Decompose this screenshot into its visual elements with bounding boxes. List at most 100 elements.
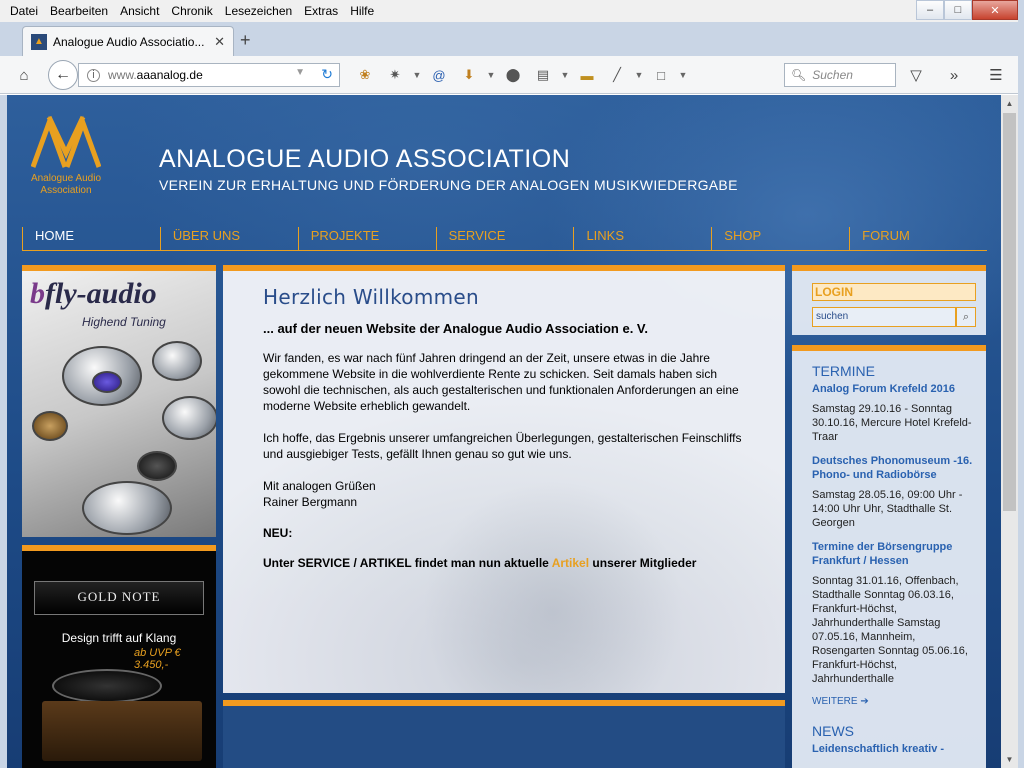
artikel-link[interactable]: Artikel [552, 556, 589, 570]
tab-strip: ▲ Analogue Audio Associatio... ✕ + [0, 22, 1024, 56]
site-logo[interactable]: Analogue Audio Association [21, 113, 111, 197]
window-border-left [0, 95, 7, 768]
second-content-panel [223, 700, 785, 768]
menu-chronik[interactable]: Chronik [165, 4, 218, 18]
url-text: www.aaanalog.de [108, 68, 203, 82]
page-icon[interactable]: □ [646, 65, 676, 85]
termine-title: TERMINE [812, 363, 875, 379]
flyaudio-brand: bfly-audio [30, 277, 157, 310]
login-button[interactable]: LOGIN [812, 283, 976, 301]
addon-snail-icon[interactable]: @ [424, 65, 454, 85]
clipboard-icon[interactable]: ▤ [528, 65, 558, 85]
download-icon[interactable]: ⬇ [454, 65, 484, 85]
nav-service[interactable]: SERVICE [435, 227, 574, 250]
news-item-title[interactable]: Leidenschaftlich kreativ - [812, 742, 976, 756]
neu-label: NEU: [263, 526, 293, 540]
goldnote-price: ab UVP € 3.450,- [134, 647, 181, 671]
info-icon[interactable]: i [87, 68, 100, 82]
nav-ueber-uns[interactable]: ÜBER UNS [159, 227, 298, 250]
scroll-down-icon[interactable]: ▼ [1001, 751, 1018, 768]
chevron-down-icon[interactable]: ▼ [632, 65, 646, 85]
site-search-icon[interactable]: ⌕ [956, 307, 976, 327]
home-icon[interactable]: ⌂ [14, 65, 34, 85]
maximize-button[interactable]: □ [944, 0, 972, 20]
turntable-image [42, 701, 202, 761]
pocket-icon[interactable]: ▽ [906, 65, 926, 85]
termine-panel: TERMINE Analog Forum Krefeld 2016 Samsta… [792, 345, 986, 768]
search-icon: 🔍︎ [791, 68, 807, 82]
menu-extras[interactable]: Extras [298, 4, 344, 18]
goldnote-banner[interactable]: GOLD NOTE Design trifft auf Klang ab UVP… [22, 545, 216, 768]
event-title[interactable]: Analog Forum Krefeld 2016 [812, 382, 976, 396]
welcome-text: Herzlich Willkommen ... auf der neuen We… [263, 285, 753, 570]
scroll-up-icon[interactable]: ▲ [1001, 95, 1018, 112]
news-title: NEWS [812, 723, 854, 739]
turntable-platter-image [52, 669, 162, 703]
addon-bird-icon[interactable]: ❀ [350, 65, 380, 85]
nav-home[interactable]: HOME [22, 227, 160, 250]
event-text: Samstag 29.10.16 - Sonntag 30.10.16, Mer… [812, 403, 972, 443]
chevron-down-icon[interactable]: ▼ [676, 65, 690, 85]
chevron-down-icon[interactable]: ▼ [410, 65, 424, 85]
chevron-down-icon[interactable]: ▼ [484, 65, 498, 85]
nav-links[interactable]: LINKS [573, 227, 711, 250]
menu-hilfe[interactable]: Hilfe [344, 4, 380, 18]
event-title[interactable]: Deutsches Phonomuseum -16. Phono- und Ra… [812, 454, 976, 482]
welcome-lead: ... auf der neuen Website der Analogue A… [263, 321, 649, 336]
new-tab-icon[interactable]: + [240, 30, 251, 51]
puck-image [152, 341, 202, 381]
puck-image [137, 451, 177, 481]
main-navigation: HOME ÜBER UNS PROJEKTE SERVICE LINKS SHO… [22, 227, 987, 251]
hamburger-menu-icon[interactable]: ☰ [986, 65, 1006, 85]
artikel-notice: Unter SERVICE / ARTIKEL findet man nun a… [263, 556, 697, 570]
search-bar[interactable]: 🔍︎ Suchen [784, 63, 896, 87]
web-page: Analogue Audio Association ANALOGUE AUDI… [7, 95, 1001, 768]
reload-icon[interactable]: ↻ [321, 66, 333, 83]
chevron-down-icon[interactable]: ▼ [558, 65, 572, 85]
nav-projekte[interactable]: PROJEKTE [297, 227, 436, 250]
menu-datei[interactable]: Datei [4, 4, 44, 18]
overflow-icon[interactable]: » [944, 65, 964, 85]
logo-mark-icon [31, 115, 101, 168]
addon-dots-icon[interactable]: ⬤ [498, 65, 528, 85]
tab-active[interactable]: ▲ Analogue Audio Associatio... ✕ [22, 26, 234, 56]
flyaudio-tagline: Highend Tuning [82, 315, 166, 329]
addon-bug-icon[interactable]: ✷ [380, 65, 410, 85]
puck-image [162, 396, 216, 440]
logo-text: Analogue Audio Association [30, 173, 102, 196]
event-text: Samstag 28.05.16, 09:00 Uhr - 14:00 Uhr … [812, 489, 963, 529]
toolbar-addons: ❀ ✷ ▼ @ ⬇ ▼ ⬤ ▤ ▼ ▬ ╱ ▼ □ ▼ [350, 65, 690, 85]
puck-image [82, 481, 172, 535]
nav-shop[interactable]: SHOP [711, 227, 849, 250]
menu-lesezeichen[interactable]: Lesezeichen [219, 4, 298, 18]
menu-bearbeiten[interactable]: Bearbeiten [44, 4, 114, 18]
eyedropper-icon[interactable]: ╱ [602, 65, 632, 85]
site-search-input[interactable]: suchen [812, 307, 956, 327]
scrollbar-thumb[interactable] [1003, 113, 1016, 511]
favicon-icon: ▲ [31, 33, 47, 50]
back-button[interactable]: ← [48, 60, 78, 90]
puck-image [32, 411, 68, 441]
search-placeholder: Suchen [812, 68, 853, 82]
event-title[interactable]: Termine der Börsengruppe Frankfurt / Hes… [812, 540, 976, 568]
goldnote-brand: GOLD NOTE [34, 581, 204, 615]
flyaudio-banner[interactable]: bfly-audio Highend Tuning [22, 265, 216, 537]
url-bar[interactable]: i www.aaanalog.de ▼ ↻ [78, 63, 340, 87]
history-dropdown-icon[interactable]: ▼ [295, 67, 305, 78]
ruler-icon[interactable]: ▬ [572, 65, 602, 85]
close-window-button[interactable]: ✕ [972, 0, 1018, 20]
minimize-button[interactable]: – [916, 0, 944, 20]
welcome-signature: Mit analogen Grüßen Rainer Bergmann [263, 479, 376, 509]
site-subtitle: VEREIN ZUR ERHALTUNG UND FÖRDERUNG DER A… [159, 177, 738, 193]
vertical-scrollbar[interactable]: ▲ ▼ [1001, 95, 1018, 768]
weitere-link[interactable]: WEITERE ➔ [812, 696, 976, 707]
close-tab-icon[interactable]: ✕ [214, 34, 225, 50]
nav-forum[interactable]: FORUM [849, 227, 987, 250]
site-title: ANALOGUE AUDIO ASSOCIATION [159, 145, 571, 173]
welcome-paragraph-2: Ich hoffe, das Ergebnis unserer umfangre… [263, 431, 742, 461]
navigation-toolbar: ⌂ ← i www.aaanalog.de ▼ ↻ ❀ ✷ ▼ @ ⬇ ▼ ⬤ … [0, 56, 1024, 94]
menu-ansicht[interactable]: Ansicht [114, 4, 165, 18]
welcome-heading: Herzlich Willkommen [263, 285, 479, 309]
flyaudio-banner-image: bfly-audio Highend Tuning [22, 271, 216, 537]
welcome-paragraph-1: Wir fanden, es war nach fünf Jahren drin… [263, 351, 739, 413]
